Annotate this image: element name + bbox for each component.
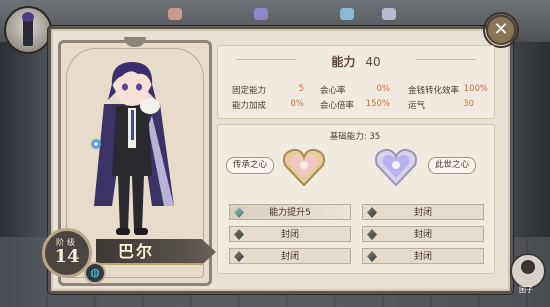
character-name: 巴尔 <box>118 242 155 261</box>
ring-icon[interactable]: ◍ <box>84 262 106 284</box>
corner-avatar-label: 困子 <box>519 286 533 294</box>
stat-money-efficiency: 金钱转化效率 100% <box>408 84 488 96</box>
inheritance-heart-label: 传承之心 <box>226 157 275 174</box>
character-illustration <box>91 62 174 235</box>
left-slot-3[interactable]: 封闭 <box>229 248 351 264</box>
gem-icon <box>234 251 244 262</box>
close-icon: ✕ <box>493 19 509 40</box>
stat-luck: 运气 30 <box>408 99 474 111</box>
stat-label: 运气 <box>408 101 426 111</box>
stat-label: 会心率 <box>320 86 346 96</box>
stats-total: 40 <box>365 55 381 69</box>
stat-value: 0% <box>290 99 305 109</box>
stat-label: 固定能力 <box>232 86 267 96</box>
gem-icon <box>367 251 377 262</box>
slot-label: 封闭 <box>280 230 299 240</box>
this-world-heart-label: 此世之心 <box>428 157 477 174</box>
stats-title: 能力 40 <box>218 53 494 70</box>
right-slot-1[interactable]: 封闭 <box>362 204 484 220</box>
stat-fixed-power: 固定能力 5 <box>232 84 304 96</box>
right-slot-2[interactable]: 封闭 <box>362 226 484 242</box>
stat-value: 100% <box>463 84 488 94</box>
slot-label: 封闭 <box>280 252 299 262</box>
shelf-decorations <box>150 8 450 24</box>
stats-title-label: 能力 <box>331 55 356 69</box>
left-slot-2[interactable]: 封闭 <box>229 226 351 242</box>
stat-value: 30 <box>463 99 474 109</box>
gem-icon <box>234 229 244 240</box>
stat-power-bonus: 能力加成 0% <box>232 99 304 111</box>
right-slot-3[interactable]: 封闭 <box>362 248 484 264</box>
stat-value: 0% <box>376 84 391 94</box>
left-slot-1[interactable]: 能力提升5 <box>229 204 351 220</box>
stat-label: 会心倍率 <box>320 101 355 111</box>
this-world-heart-icon[interactable] <box>373 145 419 189</box>
slot-label: 能力提升5 <box>269 208 311 218</box>
level-value: 14 <box>54 246 80 267</box>
close-button[interactable]: ✕ <box>483 12 519 48</box>
corner-avatar-button[interactable] <box>510 253 546 289</box>
gem-icon <box>367 229 377 240</box>
stat-label: 能力加成 <box>232 101 267 111</box>
stat-value: 150% <box>365 99 390 109</box>
gem-icon <box>234 207 244 218</box>
stats-box: 能力 40 固定能力 5 会心率 0% 金钱转化效率 100% 能力加成 0% 会… <box>217 45 495 119</box>
inheritance-heart-icon[interactable] <box>281 145 327 189</box>
stat-value: 5 <box>298 84 304 94</box>
slot-label: 封闭 <box>413 230 432 240</box>
stat-crit-rate: 会心率 0% <box>320 84 390 96</box>
slot-label: 封闭 <box>413 208 432 218</box>
base-power-label: 基础能力: 35 <box>329 132 381 142</box>
stat-label: 金钱转化效率 <box>408 86 460 96</box>
character-avatar-button[interactable] <box>4 6 52 54</box>
gem-icon <box>367 207 377 218</box>
slot-label: 封闭 <box>413 252 432 262</box>
stat-crit-multiplier: 会心倍率 150% <box>320 99 390 111</box>
character-name-plate: 巴尔 <box>96 239 216 265</box>
